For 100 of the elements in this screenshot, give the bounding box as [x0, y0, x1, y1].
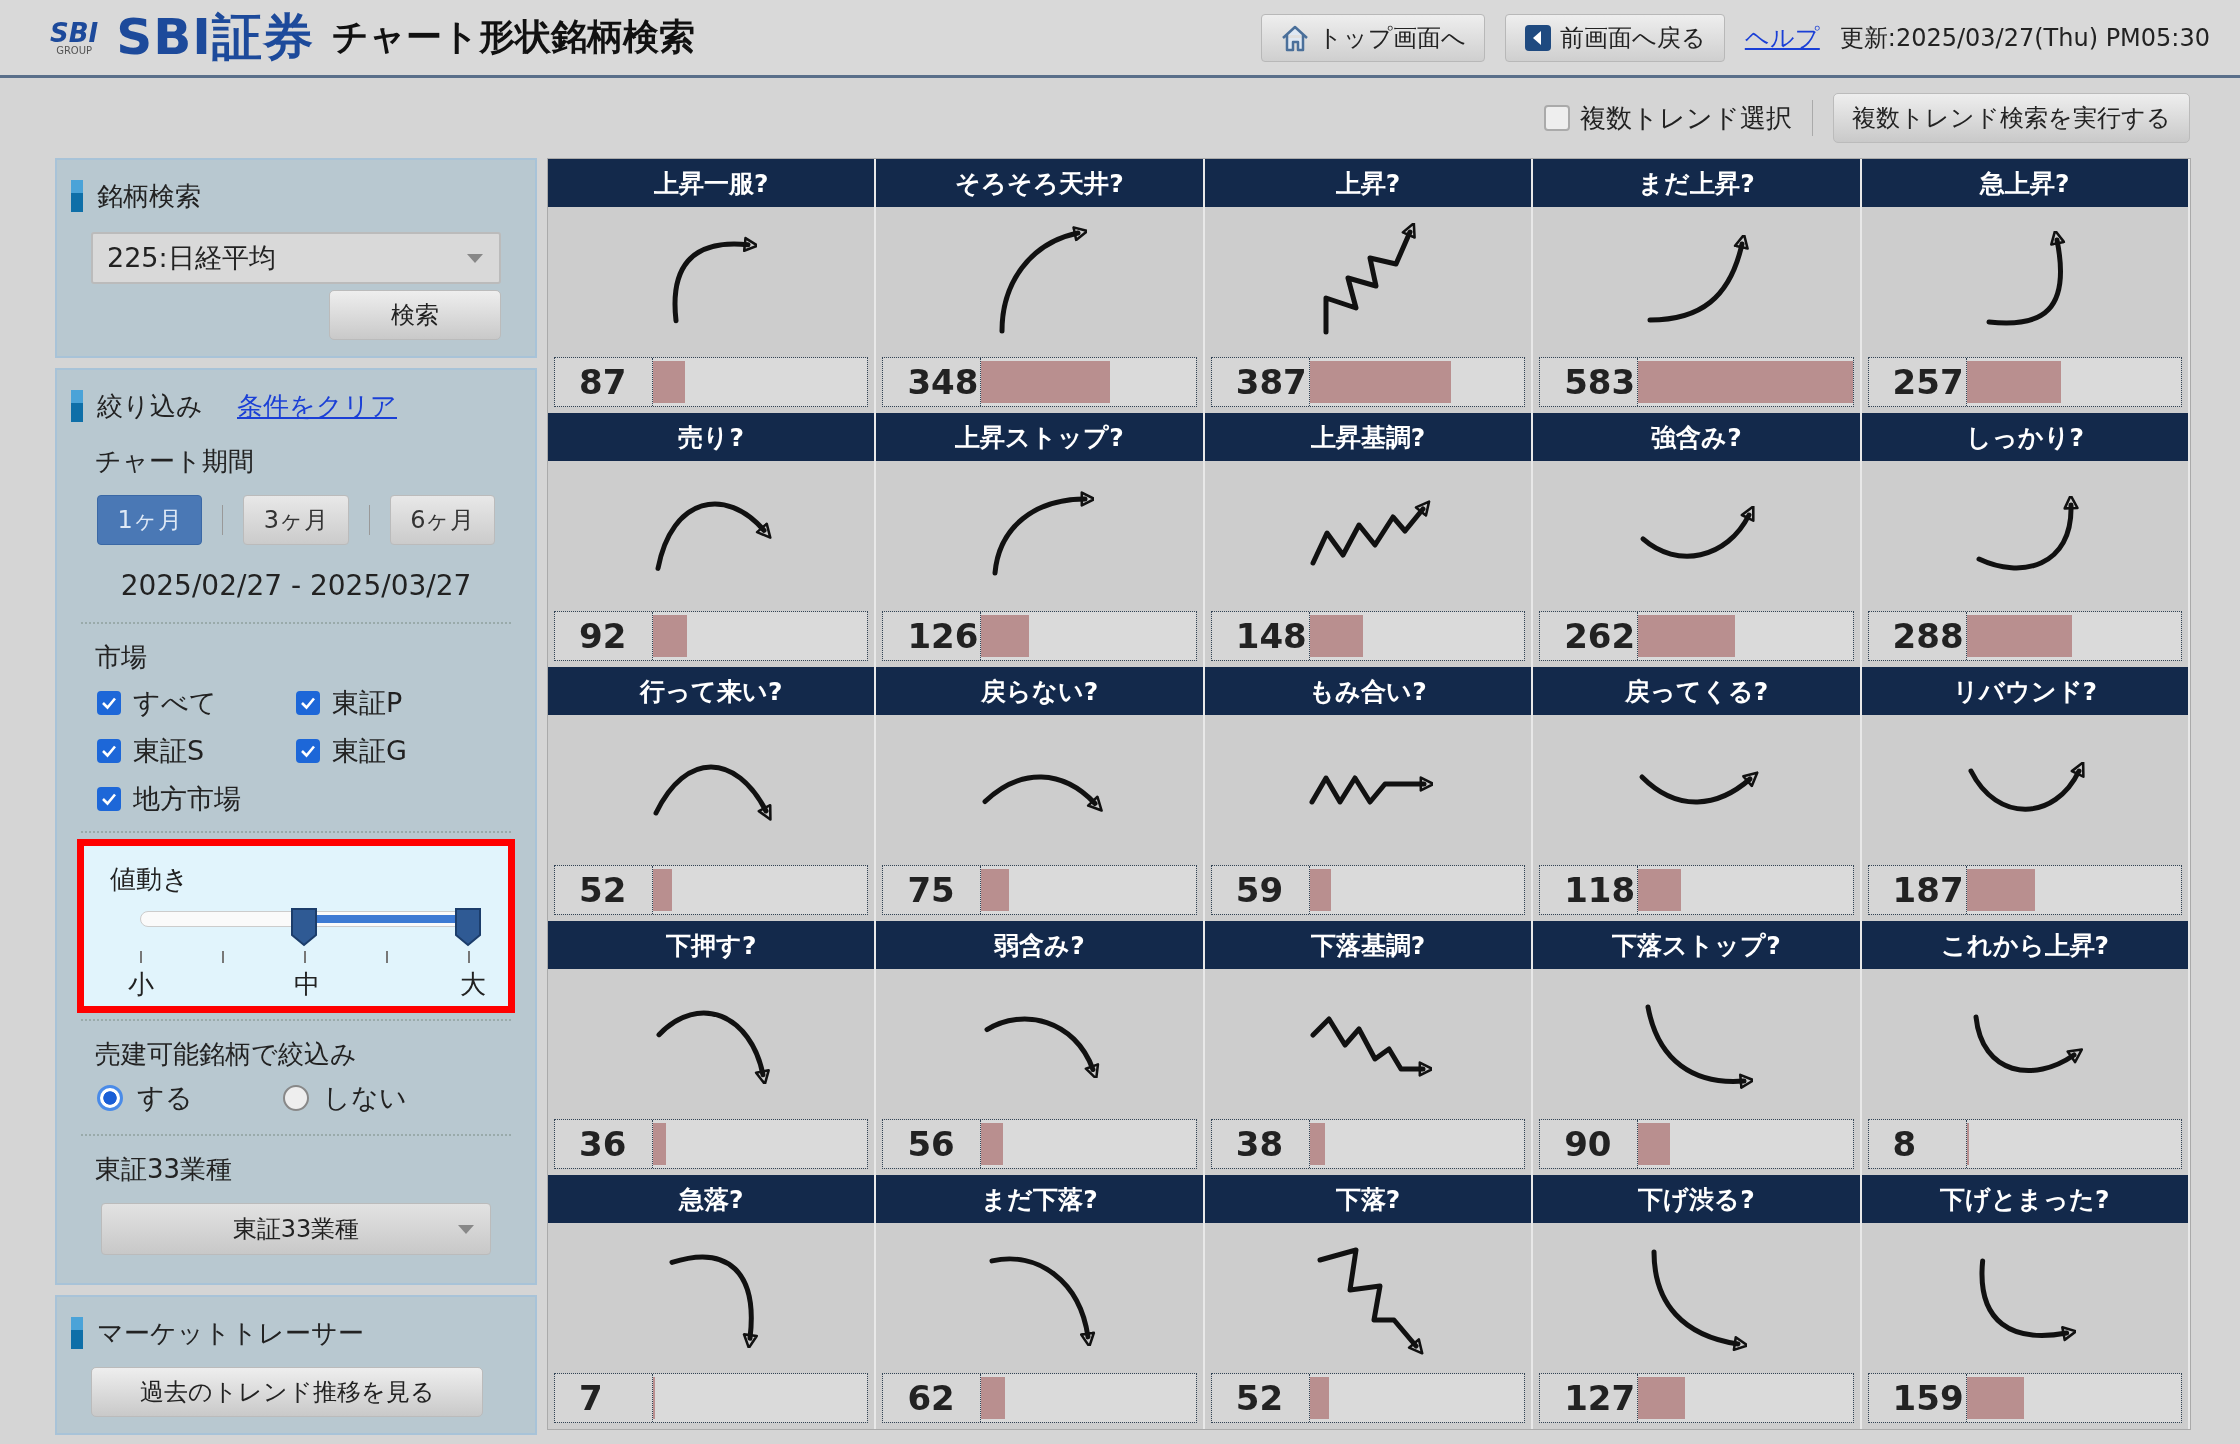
run-search-button[interactable]: 複数トレンド検索を実行する — [1833, 93, 2190, 143]
pattern-title: まだ下落? — [876, 1175, 1203, 1223]
pattern-tile[interactable]: 上昇ストップ? 126 — [876, 413, 1205, 667]
tick-label: 大 — [460, 968, 486, 1001]
pattern-title: 強含み? — [1533, 413, 1860, 461]
stock-select[interactable]: 225:日経平均 — [91, 232, 501, 284]
pattern-tile[interactable]: まだ上昇? 583 — [1533, 159, 1862, 413]
pattern-tile[interactable]: 急上昇? 257 — [1861, 159, 2190, 413]
period-tab[interactable]: 1ヶ月 — [97, 495, 203, 545]
pattern-title: 下押す? — [548, 921, 875, 969]
pattern-tile[interactable]: 下落基調? 38 — [1204, 921, 1534, 1175]
pattern-title: 弱含み? — [876, 921, 1203, 969]
pattern-title: 上昇一服? — [548, 159, 875, 207]
pattern-tile[interactable]: まだ下落? 62 — [876, 1175, 1205, 1429]
pattern-title: 行って来い? — [548, 667, 875, 715]
pattern-tile[interactable]: 行って来い? 52 — [548, 667, 877, 921]
section-label: 値動き — [109, 863, 190, 896]
pattern-tile[interactable]: 下落ストップ? 90 — [1533, 921, 1862, 1175]
pattern-tile[interactable]: 上昇一服? 87 — [548, 159, 877, 413]
stock-count: 75 — [883, 866, 982, 914]
pattern-title: 下げとまった? — [1861, 1175, 2188, 1223]
trend-history-button[interactable]: 過去のトレンド推移を見る — [91, 1367, 483, 1417]
stock-count: 257 — [1868, 358, 1967, 406]
pattern-title: しっかり? — [1861, 413, 2188, 461]
pattern-tile[interactable]: 下げとまった? 159 — [1861, 1175, 2190, 1429]
stock-count: 36 — [555, 1120, 653, 1168]
checkbox-label: 東証P — [332, 686, 403, 720]
pattern-tile[interactable]: 戻ってくる? 118 — [1533, 667, 1862, 921]
pattern-tile[interactable]: リバウンド? 187 — [1861, 667, 2190, 921]
pattern-title: まだ上昇? — [1533, 159, 1860, 207]
checkbox-label: すべて — [133, 686, 217, 720]
stock-count: 348 — [883, 358, 982, 406]
stock-count: 8 — [1868, 1120, 1967, 1168]
panel-title: 絞り込み — [97, 389, 203, 423]
pattern-tile[interactable]: 急落? 7 — [548, 1175, 877, 1429]
pattern-title: これから上昇? — [1861, 921, 2188, 969]
stock-count: 387 — [1211, 358, 1310, 406]
pattern-title: 下落基調? — [1204, 921, 1532, 969]
back-button[interactable]: 前画面へ戻る — [1504, 13, 1725, 62]
pattern-title: 下げ渋る? — [1533, 1175, 1860, 1223]
pattern-tile[interactable]: 下押す? 36 — [548, 921, 877, 1175]
stock-count: 159 — [1868, 1374, 1967, 1422]
checkbox-label: 複数トレンド選択 — [1580, 101, 1792, 135]
tick-label: 小 — [128, 968, 154, 1001]
pattern-title: 下落ストップ? — [1533, 921, 1860, 969]
pattern-title: 上昇基調? — [1204, 413, 1532, 461]
stock-count: 7 — [555, 1374, 653, 1422]
radio-label: する — [137, 1081, 193, 1115]
pattern-tile[interactable]: 下げ渋る? 127 — [1533, 1175, 1862, 1429]
checkbox-label: 東証S — [133, 734, 205, 768]
home-button[interactable]: トップ画面へ — [1260, 13, 1485, 62]
stock-count: 52 — [1211, 1374, 1310, 1422]
pattern-tile[interactable]: しっかり? 288 — [1861, 413, 2190, 667]
stock-count: 288 — [1868, 612, 1967, 660]
pattern-tile[interactable]: もみ合い? 59 — [1204, 667, 1534, 921]
clear-conditions-link[interactable]: 条件をクリア — [237, 388, 397, 424]
section-label: チャート期間 — [94, 445, 255, 478]
stock-count: 583 — [1540, 358, 1639, 406]
pattern-tile[interactable]: 戻らない? 75 — [876, 667, 1205, 921]
pattern-tile[interactable]: 下落? 52 — [1204, 1175, 1534, 1429]
panel-title: マーケットトレーサー — [97, 1316, 364, 1350]
period-tab[interactable]: 6ヶ月 — [389, 495, 495, 545]
stock-count: 92 — [555, 612, 653, 660]
pattern-title: リバウンド? — [1861, 667, 2188, 715]
search-button[interactable]: 検索 — [329, 290, 501, 340]
section-label: 売建可能銘柄で絞込み — [94, 1038, 358, 1071]
pattern-tile[interactable]: 売り? 92 — [548, 413, 877, 667]
stock-count: 187 — [1868, 866, 1967, 914]
checkbox-label: 地方市場 — [133, 782, 241, 816]
pattern-tile[interactable]: 弱含み? 56 — [876, 921, 1205, 1175]
period-tab[interactable]: 3ヶ月 — [243, 495, 349, 545]
pattern-tile[interactable]: 上昇? 387 — [1204, 159, 1534, 413]
stock-count: 118 — [1540, 866, 1639, 914]
date-range: 2025/02/27 - 2025/03/27 — [119, 568, 473, 604]
pattern-title: 上昇ストップ? — [876, 413, 1203, 461]
pattern-title: 売り? — [548, 413, 875, 461]
pattern-title: もみ合い? — [1204, 667, 1532, 715]
help-link[interactable]: ヘルプ — [1744, 21, 1820, 54]
stock-count: 90 — [1540, 1120, 1639, 1168]
radio-label: しない — [323, 1081, 407, 1115]
page-title: チャート形状銘柄検索 — [331, 15, 695, 59]
stock-count: 62 — [883, 1374, 982, 1422]
pattern-title: 急落? — [548, 1175, 875, 1223]
section-label: 市場 — [94, 641, 148, 674]
pattern-title: 戻ってくる? — [1533, 667, 1860, 715]
stock-count: 148 — [1211, 612, 1310, 660]
stock-count: 126 — [883, 612, 982, 660]
pattern-title: 上昇? — [1204, 159, 1532, 207]
pattern-tile[interactable]: これから上昇? 8 — [1861, 921, 2190, 1175]
sector-select[interactable]: 東証33業種 — [101, 1203, 491, 1255]
pattern-tile[interactable]: そろそろ天井? 348 — [876, 159, 1205, 413]
stock-count: 38 — [1211, 1120, 1310, 1168]
stock-count: 262 — [1540, 612, 1639, 660]
pattern-tile[interactable]: 強含み? 262 — [1533, 413, 1862, 667]
logo: SBI GROUP — [50, 19, 99, 56]
stock-count: 87 — [555, 358, 653, 406]
update-time: 更新:2025/03/27(Thu) PM05:30 — [1839, 22, 2210, 54]
pattern-tile[interactable]: 上昇基調? 148 — [1204, 413, 1534, 667]
stock-count: 59 — [1211, 866, 1310, 914]
stock-count: 52 — [555, 866, 653, 914]
